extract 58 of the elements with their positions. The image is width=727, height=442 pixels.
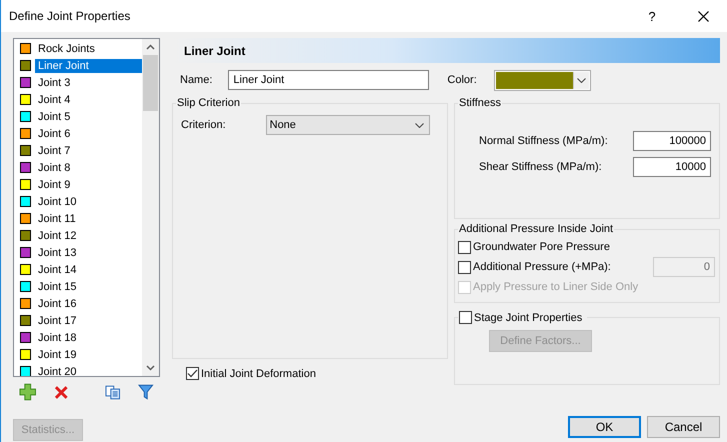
stiffness-field[interactable]: 10000 bbox=[633, 157, 711, 177]
scroll-down-icon[interactable] bbox=[146, 365, 155, 371]
checkbox-label: Groundwater Pore Pressure bbox=[473, 241, 610, 253]
joint-list-item[interactable]: Liner Joint bbox=[35, 58, 142, 72]
scroll-up-icon[interactable] bbox=[146, 44, 155, 50]
checkbox-label: Additional Pressure (+MPa): bbox=[473, 261, 611, 273]
checkbox-label: Initial Joint Deformation bbox=[201, 368, 316, 380]
joint-list-item[interactable]: Joint 4 bbox=[35, 92, 142, 106]
joint-list-item[interactable]: Joint 10 bbox=[35, 194, 142, 208]
chevron-icon bbox=[414, 122, 424, 128]
checkbox-label: Apply Pressure to Liner Side Only bbox=[473, 281, 638, 293]
copy-icon[interactable] bbox=[104, 384, 120, 400]
joint-list-item[interactable]: Joint 14 bbox=[35, 262, 142, 276]
chevron-icon bbox=[576, 78, 586, 82]
group-title: Stiffness bbox=[458, 97, 502, 109]
joint-list-item[interactable]: Joint 19 bbox=[35, 348, 142, 362]
joint-list-item[interactable]: Joint 5 bbox=[35, 110, 142, 124]
field-label: Normal Stiffness (MPa/m): bbox=[479, 135, 608, 147]
joint-list-item[interactable]: Joint 18 bbox=[35, 330, 142, 344]
add-icon[interactable] bbox=[19, 383, 36, 401]
field-label: Shear Stiffness (MPa/m): bbox=[479, 161, 602, 173]
criterion-label: Criterion: bbox=[181, 119, 226, 131]
joint-list-item[interactable]: Joint 12 bbox=[35, 228, 142, 242]
joint-list-item[interactable]: Joint 20 bbox=[35, 364, 142, 376]
joint-list-item[interactable]: Joint 16 bbox=[35, 296, 142, 310]
checkbox[interactable] bbox=[458, 260, 471, 274]
joint-list-item[interactable]: Joint 17 bbox=[35, 314, 142, 328]
joint-list-item[interactable]: Joint 11 bbox=[35, 212, 142, 226]
joint-list-item[interactable]: Rock Joints bbox=[35, 42, 142, 56]
joint-list-item[interactable]: Joint 15 bbox=[35, 280, 142, 294]
name-label: Name: bbox=[180, 74, 212, 86]
joint-list-item[interactable]: Joint 6 bbox=[35, 126, 142, 140]
scrollbar-thumb[interactable] bbox=[143, 55, 158, 111]
joint-list-item[interactable]: Joint 9 bbox=[35, 178, 142, 192]
window-title: Define Joint Properties bbox=[9, 9, 132, 23]
joint-list-item[interactable]: Joint 3 bbox=[35, 76, 142, 90]
name-field[interactable]: Liner Joint bbox=[228, 70, 430, 90]
checkbox[interactable] bbox=[186, 367, 199, 380]
group-title: Slip Criterion bbox=[176, 97, 241, 109]
filter-icon[interactable] bbox=[138, 384, 154, 400]
delete-icon[interactable] bbox=[54, 384, 69, 400]
header-title: Liner Joint bbox=[184, 44, 246, 58]
checkbox[interactable] bbox=[458, 240, 471, 254]
color-dropdown[interactable] bbox=[494, 70, 591, 90]
joint-list-item[interactable]: Joint 13 bbox=[35, 246, 142, 260]
joint-list-item[interactable]: Joint 7 bbox=[35, 144, 142, 158]
group-title: Additional Pressure Inside Joint bbox=[458, 223, 614, 235]
dialog-button[interactable]: Cancel bbox=[647, 416, 720, 438]
joint-list-item[interactable]: Joint 8 bbox=[35, 160, 142, 174]
scrollbar[interactable] bbox=[142, 39, 159, 376]
color-label: Color: bbox=[447, 74, 477, 86]
help-button[interactable]: ? bbox=[642, 8, 662, 24]
close-icon[interactable] bbox=[698, 10, 709, 22]
dialog-button[interactable]: OK bbox=[568, 416, 641, 438]
criterion-dropdown[interactable]: None bbox=[266, 115, 430, 135]
stiffness-field[interactable]: 100000 bbox=[633, 131, 711, 151]
checkbox-label: Stage Joint Properties bbox=[474, 312, 582, 324]
checkbox[interactable] bbox=[459, 311, 472, 324]
